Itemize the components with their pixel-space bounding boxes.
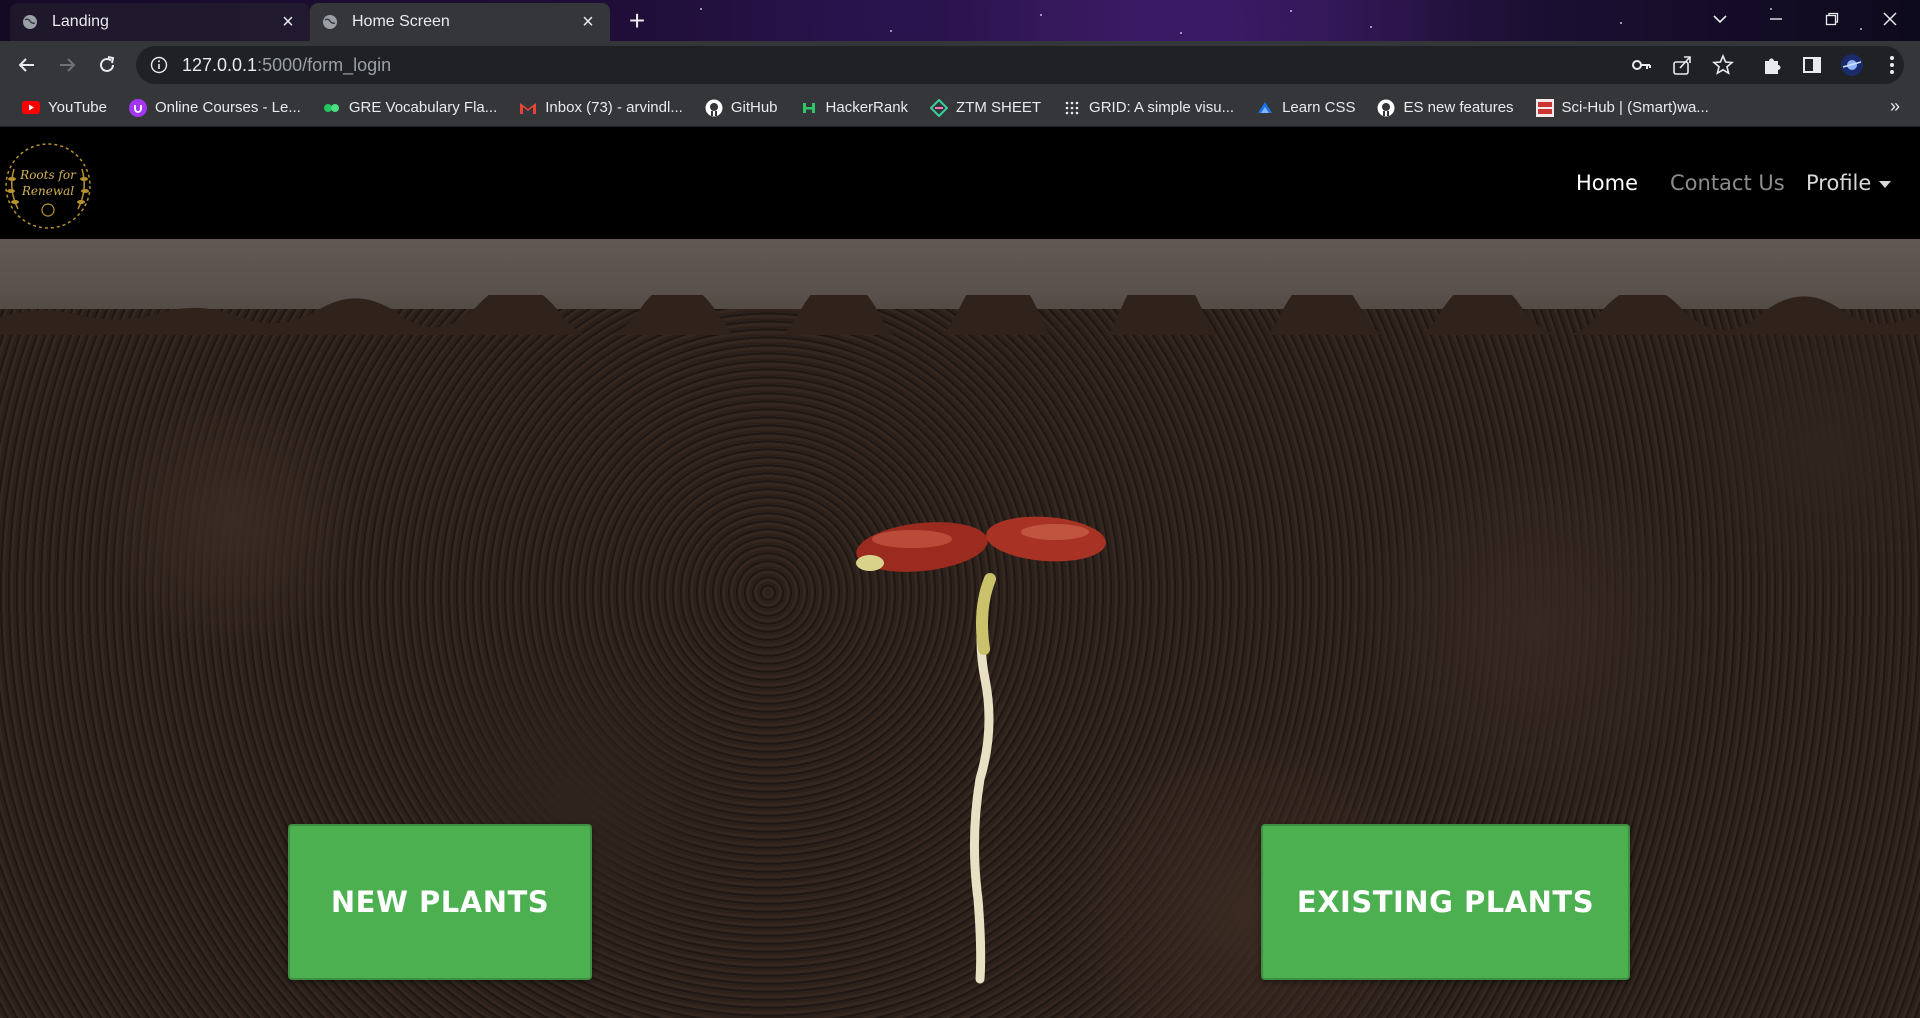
globe-icon xyxy=(323,15,337,29)
bookmark-label: Sci-Hub | (Smart)wa... xyxy=(1561,99,1709,116)
caret-down-icon xyxy=(1879,180,1892,188)
ztm-icon xyxy=(930,98,949,117)
back-button[interactable] xyxy=(11,49,43,81)
grid-icon xyxy=(1063,99,1081,117)
profile-label: Profile xyxy=(1806,171,1872,195)
hackerrank-icon xyxy=(800,99,818,117)
tab-search-icon[interactable] xyxy=(1692,0,1748,38)
bookmark-grid[interactable]: GRID: A simple visu... xyxy=(1055,94,1242,122)
browser-tab-strip: Landing × Home Screen × + xyxy=(0,0,1920,41)
browser-menu-icon[interactable] xyxy=(1880,53,1904,77)
nav-contact-link[interactable]: Contact Us xyxy=(1670,171,1785,195)
new-plants-button[interactable]: NEW PLANTS xyxy=(288,824,592,980)
github-icon xyxy=(1377,99,1395,117)
bookmark-es-new-features[interactable]: ES new features xyxy=(1369,94,1521,122)
nav-profile-dropdown[interactable]: Profile xyxy=(1806,171,1892,195)
share-icon[interactable] xyxy=(1670,53,1694,77)
bookmark-online-courses[interactable]: Online Courses - Le... xyxy=(121,94,309,122)
star-decoration xyxy=(1370,26,1372,28)
star-decoration xyxy=(1040,14,1042,16)
hero-section: NEW PLANTS EXISTING PLANTS xyxy=(0,239,1920,1018)
bookmark-learn-css[interactable]: Learn CSS xyxy=(1248,94,1363,122)
tab-title: Home Screen xyxy=(352,13,450,30)
back-arrow-icon xyxy=(18,58,34,72)
star-decoration xyxy=(1290,10,1292,12)
forward-arrow-icon xyxy=(60,58,76,72)
star-decoration xyxy=(1180,32,1182,34)
site-navbar: Roots for Renewal Home Contact Us Profil… xyxy=(0,127,1920,239)
bookmark-label: HackerRank xyxy=(825,99,909,116)
minimize-icon[interactable] xyxy=(1748,0,1804,38)
side-panel-icon[interactable] xyxy=(1800,53,1824,77)
sprouting-seed-image xyxy=(856,516,1106,984)
star-decoration xyxy=(700,8,702,10)
scihub-icon xyxy=(1535,98,1554,117)
gmail-icon xyxy=(519,99,537,117)
bookmark-label: Learn CSS xyxy=(1282,99,1356,116)
bookmark-label: ES new features xyxy=(1403,99,1514,116)
profile-avatar-icon[interactable] xyxy=(1840,53,1864,77)
more-bookmarks-button[interactable]: » xyxy=(1890,96,1900,117)
logo-text-line1: Roots for xyxy=(19,168,77,182)
close-window-icon[interactable] xyxy=(1862,0,1918,38)
flashcard-icon xyxy=(323,99,341,117)
udemy-icon xyxy=(128,98,147,117)
password-key-icon[interactable] xyxy=(1629,53,1653,77)
extensions-puzzle-icon[interactable] xyxy=(1760,53,1784,77)
forward-button[interactable] xyxy=(51,49,83,81)
bookmark-ztm-sheet[interactable]: ZTM SHEET xyxy=(922,94,1049,122)
bookmark-label: GRE Vocabulary Fla... xyxy=(348,99,498,116)
bookmark-label: Inbox (73) - arvindl... xyxy=(545,99,683,116)
logo-text-line2: Renewal xyxy=(21,184,74,198)
roots-for-renewal-logo[interactable]: Roots for Renewal xyxy=(0,139,96,233)
new-tab-button[interactable]: + xyxy=(622,5,652,36)
url-path: :5000/form_login xyxy=(257,54,392,75)
bookmark-gre-vocabulary[interactable]: GRE Vocabulary Fla... xyxy=(315,94,505,122)
star-decoration xyxy=(890,30,892,32)
close-tab-icon[interactable]: × xyxy=(278,11,298,33)
bookmarks-bar: YouTube Online Courses - Le... GRE Vocab… xyxy=(0,89,1920,127)
reload-icon xyxy=(100,56,115,72)
bookmark-label: Online Courses - Le... xyxy=(154,99,301,116)
nav-home-link[interactable]: Home xyxy=(1576,171,1638,195)
url-text: 127.0.0.1:5000/form_login xyxy=(182,55,391,76)
restore-icon[interactable] xyxy=(1804,0,1860,38)
tab-title: Landing xyxy=(52,13,109,30)
bookmark-label: YouTube xyxy=(48,99,107,116)
soil-surface xyxy=(0,295,1920,335)
bookmark-gmail-inbox[interactable]: Inbox (73) - arvindl... xyxy=(511,94,691,122)
bookmark-label: GitHub xyxy=(730,99,778,116)
existing-plants-button[interactable]: EXISTING PLANTS xyxy=(1261,824,1630,980)
learn-css-icon xyxy=(1256,99,1274,117)
close-tab-icon[interactable]: × xyxy=(578,11,598,33)
reload-button[interactable] xyxy=(91,49,123,81)
tab-home-screen[interactable]: Home Screen × xyxy=(310,3,610,41)
youtube-icon xyxy=(22,99,40,117)
bookmark-sci-hub[interactable]: Sci-Hub | (Smart)wa... xyxy=(1528,94,1717,122)
bookmark-github[interactable]: GitHub xyxy=(697,94,786,122)
site-info-icon[interactable] xyxy=(150,56,168,74)
url-host: 127.0.0.1 xyxy=(182,54,258,75)
github-icon xyxy=(705,99,723,117)
bookmark-hackerrank[interactable]: HackerRank xyxy=(792,94,917,122)
bookmark-youtube[interactable]: YouTube xyxy=(14,94,115,122)
bookmark-label: GRID: A simple visu... xyxy=(1089,99,1235,116)
browser-toolbar: 127.0.0.1:5000/form_login xyxy=(0,41,1920,89)
bookmark-label: ZTM SHEET xyxy=(956,99,1042,116)
star-decoration xyxy=(1620,22,1622,24)
bookmark-star-icon[interactable] xyxy=(1711,53,1735,77)
tree-icon xyxy=(41,203,55,217)
tab-landing[interactable]: Landing × xyxy=(10,3,310,41)
globe-icon xyxy=(23,15,37,29)
